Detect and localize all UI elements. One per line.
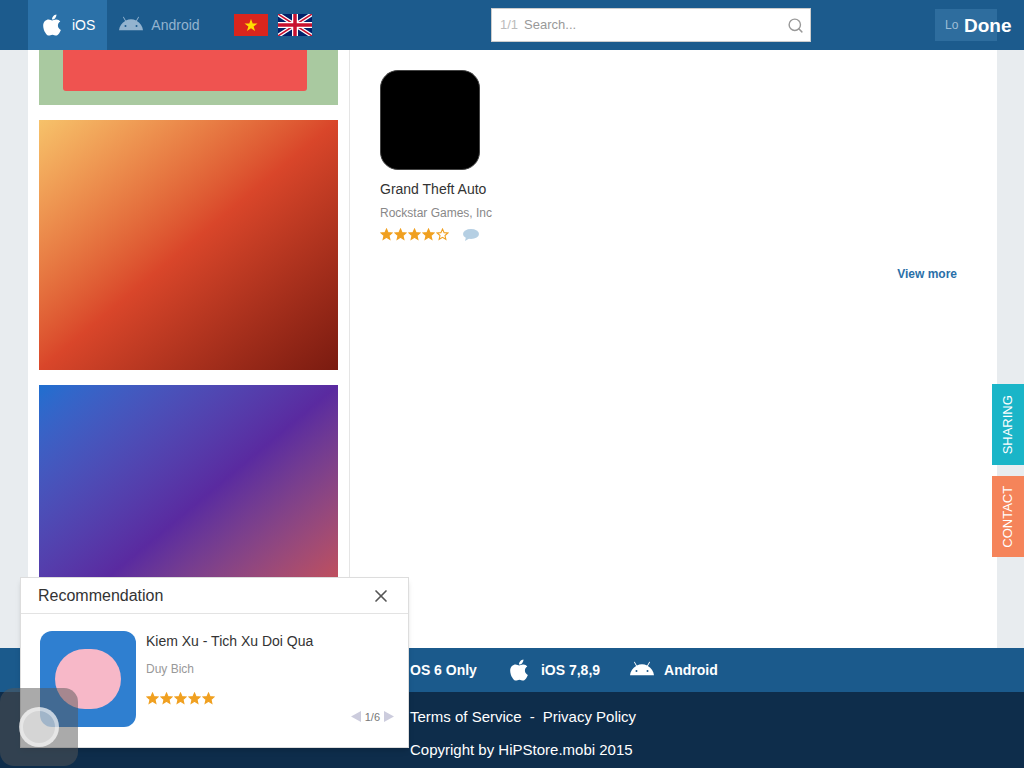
pager: 1/6 [351,709,394,726]
app-developer: Duy Bich [146,660,313,678]
top-bar: iOSAndroid1/1Search...Lo [0,0,1024,50]
separator: - [530,706,535,729]
android-icon [630,658,654,682]
page: iOSAndroid1/1Search...LoDoneGrand Theft … [0,0,1024,768]
star-icon [174,692,187,705]
popup-title: Recommendation [38,584,163,608]
app-name[interactable]: Grand Theft Auto [380,179,510,200]
banner[interactable] [39,50,338,105]
close-icon[interactable] [371,586,391,606]
comment-icon[interactable] [463,229,479,241]
star-icon [160,692,173,705]
assistive-touch-button[interactable] [0,688,78,766]
platform-tab[interactable]: iOS [28,0,107,50]
search-icon[interactable] [787,17,804,34]
star-icon [202,692,215,705]
star-icon [408,228,421,241]
popup-header: Recommendation [21,578,408,614]
privacy-link[interactable]: Privacy Policy [543,706,636,729]
platform-link[interactable]: OS 6 Only [410,660,477,681]
copyright: Copyright by HiPStore.mobi 2015 [410,739,1024,762]
apple-icon [40,13,64,37]
previous-icon[interactable] [351,711,361,722]
done-button[interactable]: Done [964,12,1012,41]
search-placeholder: Search... [524,15,781,35]
app-name[interactable]: Kiem Xu - Tich Xu Doi Qua [146,631,313,652]
app-icon[interactable] [380,70,480,170]
star-icon [394,228,407,241]
recommendation-popup: Recommendation Kiem Xu - Tich Xu Doi Qua D… [20,577,409,748]
uk-flag-icon[interactable] [278,14,312,36]
star-rating [380,228,449,241]
next-icon[interactable] [384,711,394,722]
content-panel: Grand Theft Auto Rockstar Games, Inc View … [28,50,997,648]
android-icon [119,13,143,37]
view-more-link[interactable]: View more [897,265,957,283]
star-icon [436,228,449,241]
platform-link[interactable]: iOS 7,8,9 [507,658,600,682]
star-rating [146,692,313,705]
terms-link[interactable]: Terms of Service [410,706,522,729]
apple-icon [507,658,531,682]
side-tab[interactable]: CONTACT [992,476,1024,557]
app-card[interactable]: Grand Theft Auto Rockstar Games, Inc [380,70,510,241]
banner[interactable] [39,120,338,370]
vietnam-flag-icon[interactable] [234,14,268,36]
search-field[interactable]: 1/1 Search... [491,8,811,42]
platform-tab[interactable]: Android [107,0,211,50]
star-icon [380,228,393,241]
app-developer: Rockstar Games, Inc [380,204,510,222]
app-list: Grand Theft Auto Rockstar Games, Inc View … [350,50,997,648]
side-tab[interactable]: SHARING [992,384,1024,465]
recommended-app[interactable]: Kiem Xu - Tich Xu Doi Qua Duy Bich 1/6 [21,614,408,747]
star-icon [188,692,201,705]
platform-link[interactable]: Android [630,658,718,682]
language-flags [234,14,312,36]
star-icon [146,692,159,705]
star-icon [422,228,435,241]
banner-column [28,50,350,648]
content-area: Grand Theft Auto Rockstar Games, Inc View … [0,50,1024,648]
search-counter: 1/1 [500,15,518,35]
